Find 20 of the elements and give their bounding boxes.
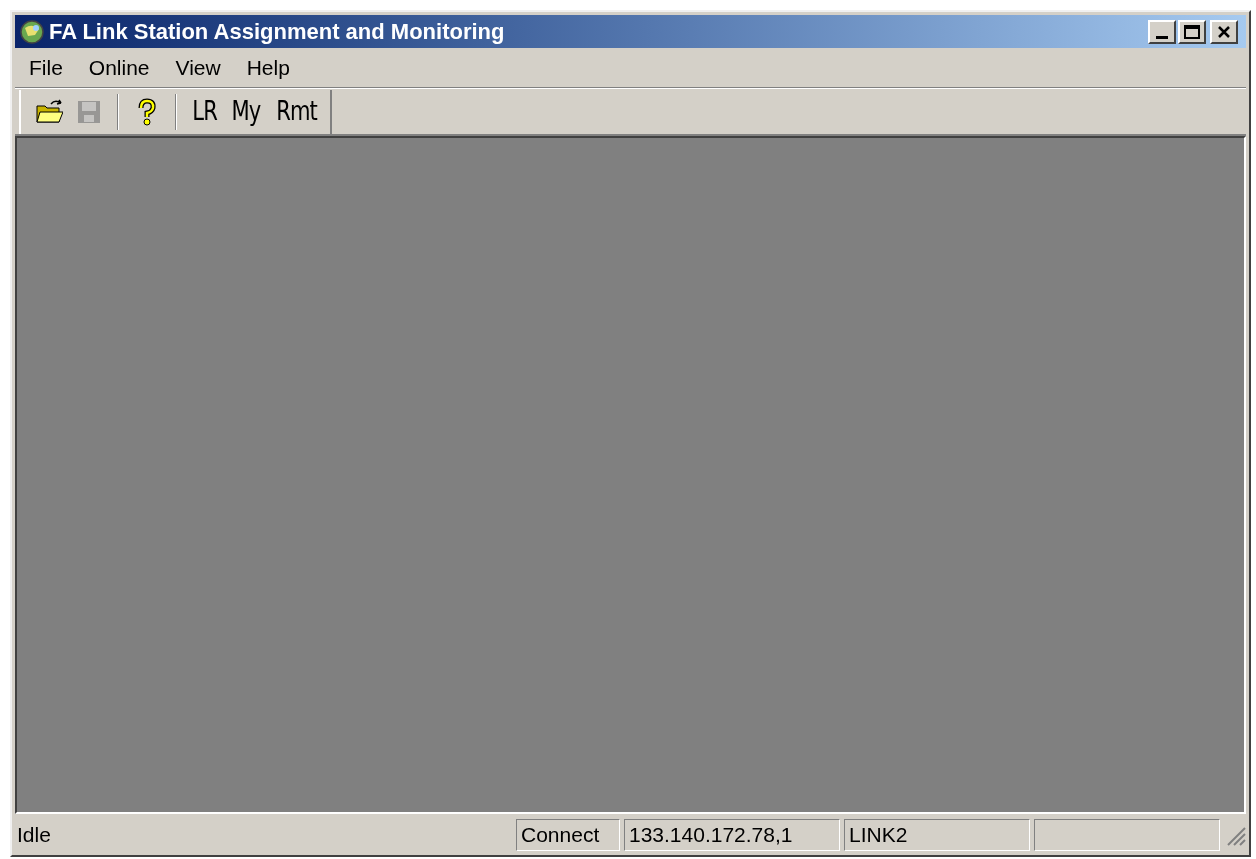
minimize-button[interactable] — [1148, 19, 1176, 44]
status-message: Idle — [16, 821, 52, 848]
toolbar-button[interactable]: Rmt — [272, 92, 321, 131]
menu-item[interactable]: Online — [78, 51, 160, 84]
app-globe-icon — [19, 18, 45, 45]
maximize-icon — [1184, 24, 1200, 39]
maximize-button[interactable] — [1178, 19, 1206, 44]
toolbar-button[interactable]: My — [228, 92, 265, 131]
minimize-icon — [1156, 35, 1168, 39]
status-pane: Connect — [516, 818, 620, 851]
close-icon — [1217, 25, 1231, 38]
status-pane: LINK2 — [844, 818, 1030, 851]
toolbar-button[interactable]: LR — [188, 92, 221, 131]
status-pane: 133.140.172.78,1 — [624, 818, 840, 851]
menu-item[interactable]: File — [19, 51, 73, 84]
open-folder-icon — [35, 97, 63, 126]
menu-item[interactable]: Help — [236, 51, 300, 84]
window-title: FA Link Station Assignment and Monitoring — [49, 18, 506, 46]
close-button[interactable] — [1210, 19, 1238, 44]
menu-item[interactable]: View — [165, 51, 231, 84]
